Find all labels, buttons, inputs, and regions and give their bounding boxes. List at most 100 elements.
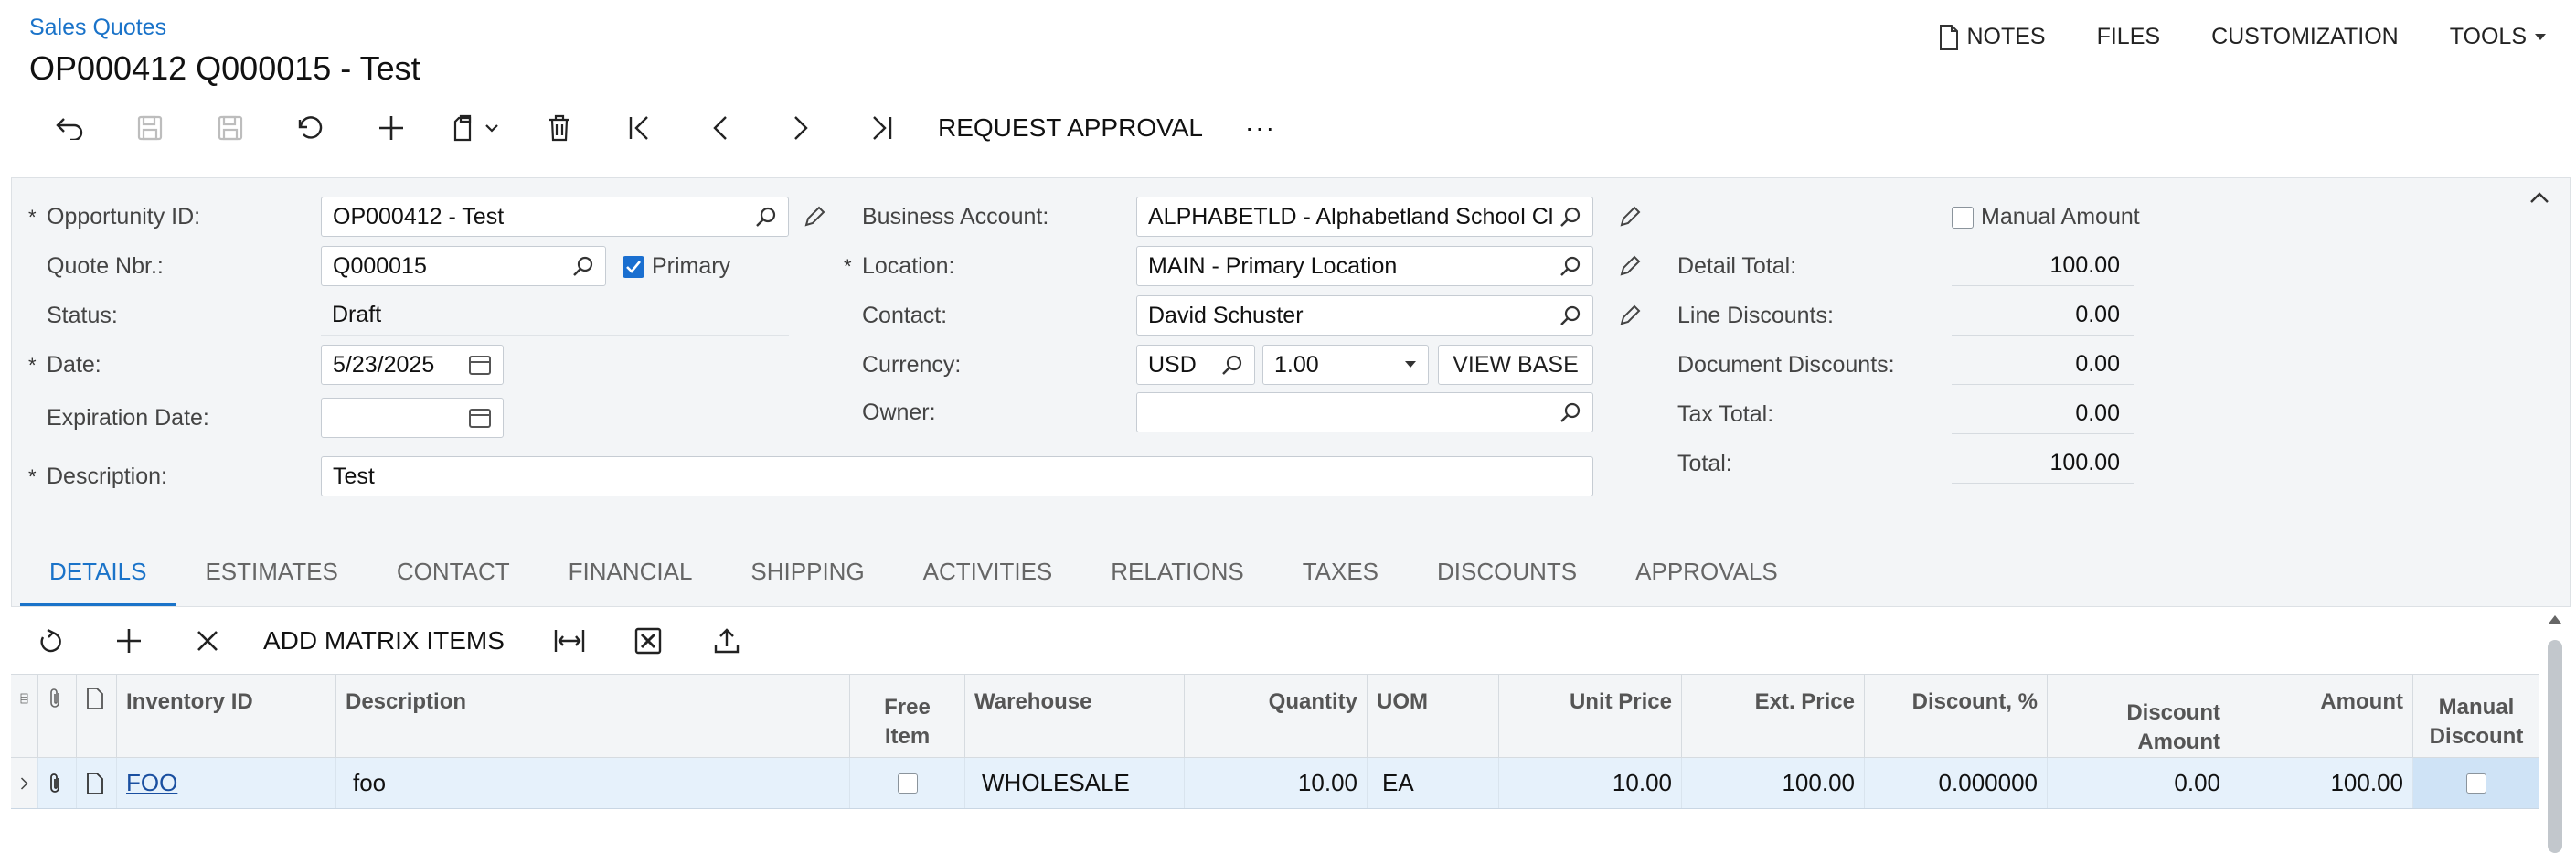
edit-pencil-icon[interactable] [1619,206,1641,228]
last-record-button[interactable] [841,101,921,155]
location-field[interactable]: MAIN - Primary Location [1136,246,1593,286]
add-row-button[interactable] [90,613,168,669]
amount-cell[interactable]: 100.00 [2230,758,2413,808]
manual-discount-checkbox[interactable] [2466,773,2486,794]
unit-price-header[interactable]: Unit Price [1499,675,1682,757]
edit-pencil-icon[interactable] [804,206,825,228]
discount-amount-header[interactable]: Discount Amount [2048,675,2230,757]
refresh-button[interactable] [11,613,90,669]
manual-discount-header[interactable]: Manual Discount [2413,675,2539,757]
inventory-id-header[interactable]: Inventory ID [117,675,336,757]
cancel-button[interactable] [271,101,351,155]
request-approval-button[interactable]: REQUEST APPROVAL [921,101,1229,155]
search-icon[interactable] [1559,206,1581,228]
tab-shipping[interactable]: SHIPPING [721,541,893,607]
previous-record-button[interactable] [680,101,761,155]
calendar-icon[interactable] [468,407,492,429]
uom-header[interactable]: UOM [1368,675,1499,757]
vertical-scrollbar-thumb[interactable] [2548,640,2562,853]
unit-price-cell[interactable]: 10.00 [1499,758,1682,808]
description-header[interactable]: Description [336,675,850,757]
scroll-up-arrow-icon[interactable] [2547,613,2563,625]
discount-pct-header[interactable]: Discount, % [1865,675,2048,757]
tab-approvals[interactable]: APPROVALS [1606,541,1807,607]
warehouse-cell[interactable]: WHOLESALE [965,758,1185,808]
manual-amount-checkbox[interactable]: Manual Amount [1952,204,2140,230]
search-icon[interactable] [572,255,594,277]
tab-details[interactable]: DETAILS [20,541,176,607]
owner-field[interactable] [1136,392,1593,432]
discount-pct-cell[interactable]: 0.000000 [1865,758,2048,808]
breadcrumb-sales-quotes[interactable]: Sales Quotes [29,15,166,41]
ext-price-header[interactable]: Ext. Price [1682,675,1865,757]
copy-paste-button[interactable] [431,101,519,155]
tab-discounts[interactable]: DISCOUNTS [1408,541,1606,607]
export-excel-button[interactable] [609,613,687,669]
customization-button[interactable]: CUSTOMIZATION [2211,24,2399,50]
edit-pencil-icon[interactable] [1619,304,1641,326]
description-cell[interactable]: foo [336,758,850,808]
currency-rate-select[interactable]: 1.00 [1262,345,1429,385]
tools-button[interactable]: TOOLS [2450,24,2547,50]
save-button[interactable] [190,101,271,155]
quantity-cell[interactable]: 10.00 [1185,758,1368,808]
description-field[interactable]: Test [321,456,1593,496]
delete-button[interactable] [519,101,600,155]
search-icon[interactable] [1559,255,1581,277]
delete-row-button[interactable] [168,613,247,669]
inventory-id-cell[interactable]: FOO [117,758,336,808]
free-item-header[interactable]: Free Item [850,675,965,757]
calendar-icon[interactable] [468,354,492,376]
tab-activities[interactable]: ACTIVITIES [894,541,1082,607]
row-selector-header[interactable] [11,675,38,757]
manual-discount-cell[interactable] [2413,758,2539,808]
next-record-button[interactable] [761,101,841,155]
opportunity-id-field[interactable]: OP000412 - Test [321,197,789,237]
tab-taxes[interactable]: TAXES [1273,541,1408,607]
expiration-date-field[interactable] [321,398,504,438]
warehouse-header[interactable]: Warehouse [965,675,1185,757]
notes-button[interactable]: NOTES [1939,24,2046,50]
search-icon[interactable] [1221,354,1243,376]
tab-contact[interactable]: CONTACT [367,541,539,607]
business-account-field[interactable]: ALPHABETLD - Alphabetland School Cl [1136,197,1593,237]
quote-nbr-field[interactable]: Q000015 [321,246,606,286]
discount-amount-cell[interactable]: 0.00 [2048,758,2230,808]
primary-checkbox[interactable]: Primary [623,253,730,280]
edit-pencil-icon[interactable] [1619,255,1641,277]
upload-icon [714,628,740,654]
uom-cell[interactable]: EA [1368,758,1499,808]
files-button[interactable]: FILES [2097,24,2160,50]
free-item-checkbox[interactable] [897,773,918,794]
back-button[interactable] [29,101,110,155]
fit-columns-button[interactable] [530,613,609,669]
search-icon[interactable] [1559,401,1581,423]
add-button[interactable] [351,101,431,155]
date-field[interactable]: 5/23/2025 [321,345,504,385]
inventory-id-link[interactable]: FOO [126,769,177,797]
tab-financial[interactable]: FINANCIAL [539,541,722,607]
row-expand-cell[interactable] [11,758,38,808]
status-label: Status: [47,303,118,328]
more-actions-button[interactable]: ··· [1229,101,1302,155]
tab-estimates[interactable]: ESTIMATES [176,541,367,607]
first-record-button[interactable] [600,101,680,155]
tab-relations[interactable]: RELATIONS [1081,541,1272,607]
currency-field[interactable]: USD [1136,345,1255,385]
ext-price-cell[interactable]: 100.00 [1682,758,1865,808]
table-row[interactable]: FOO foo WHOLESALE 10.00 EA 10.00 100.00 … [11,758,2539,809]
row-notes-cell[interactable] [77,758,117,808]
upload-button[interactable] [687,613,766,669]
amount-header[interactable]: Amount [2230,675,2413,757]
search-icon[interactable] [1559,304,1581,326]
view-base-button[interactable]: VIEW BASE [1438,345,1593,385]
save-close-button[interactable] [110,101,190,155]
row-attachment-cell[interactable] [38,758,77,808]
free-item-cell[interactable] [850,758,965,808]
contact-field[interactable]: David Schuster [1136,295,1593,336]
document-discounts-label: Document Discounts: [1677,352,1895,378]
search-icon[interactable] [755,206,777,228]
quantity-header[interactable]: Quantity [1185,675,1368,757]
collapse-chevron-up-icon[interactable] [2529,191,2549,204]
add-matrix-items-button[interactable]: ADD MATRIX ITEMS [247,626,530,656]
